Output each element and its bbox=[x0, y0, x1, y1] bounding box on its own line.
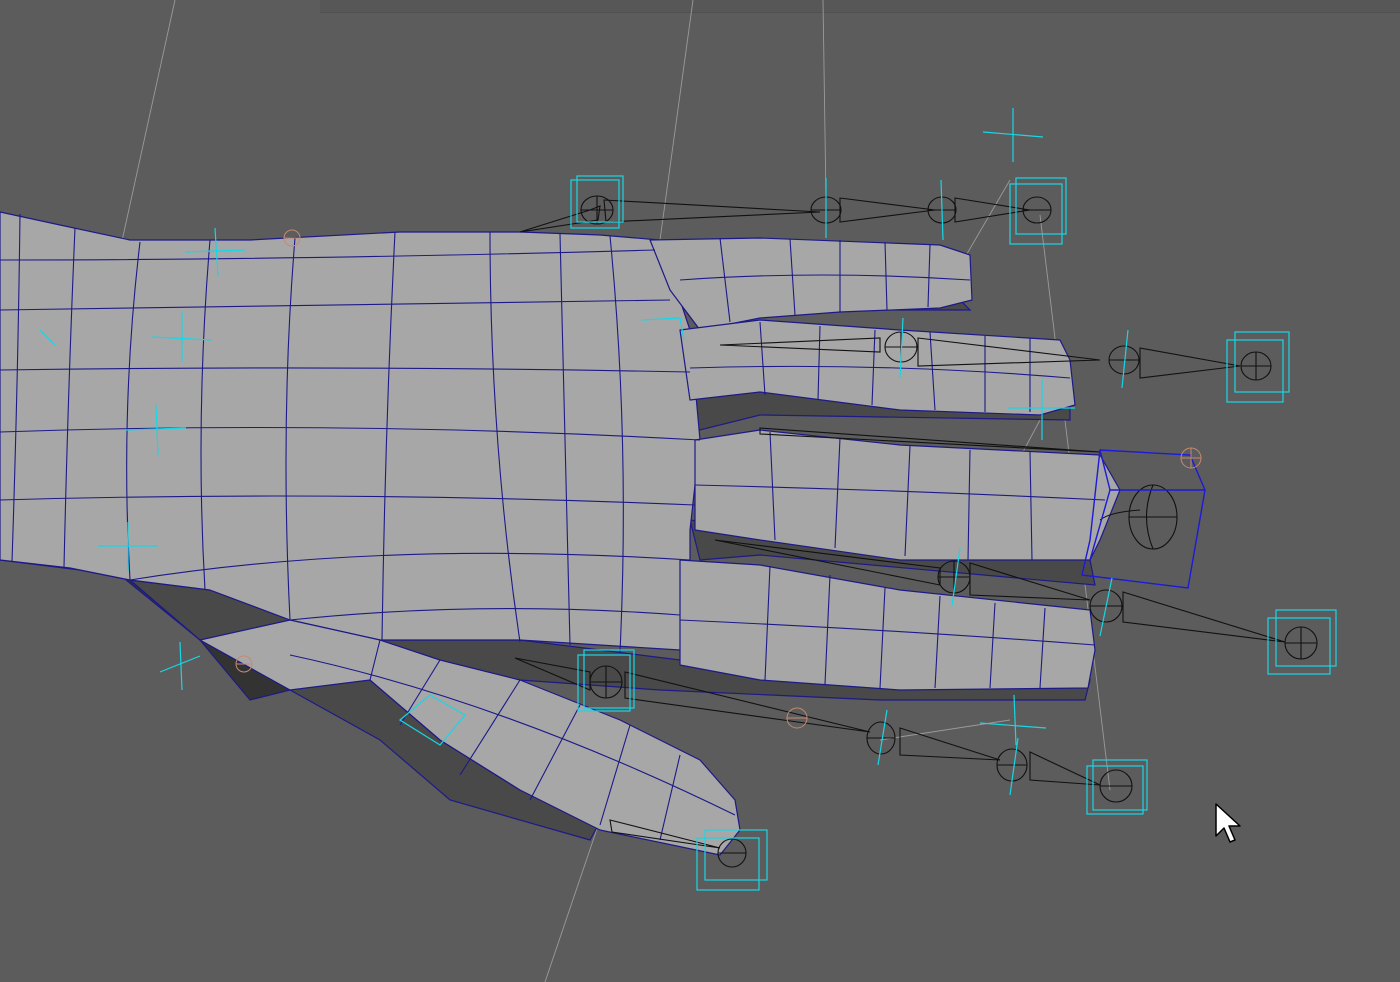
joint-chain-index[interactable] bbox=[519, 195, 1052, 233]
ctrl-box-index-tip bbox=[1009, 177, 1067, 245]
locator-6 bbox=[159, 641, 201, 691]
ctrl-box-middle-tip bbox=[1226, 331, 1290, 403]
locator-16 bbox=[1009, 737, 1019, 796]
ctrl-box-pinky-tip bbox=[1267, 609, 1337, 675]
3d-viewport[interactable] bbox=[0, 0, 1400, 982]
pivot-2 bbox=[1180, 447, 1202, 469]
locator-14 bbox=[1099, 577, 1113, 637]
pivot-3 bbox=[786, 707, 808, 729]
arrow-cursor-icon bbox=[1215, 803, 1241, 843]
locator-8 bbox=[979, 694, 1047, 746]
viewport-canvas[interactable] bbox=[0, 0, 1400, 982]
locator-1 bbox=[982, 108, 1044, 162]
locator-12 bbox=[1121, 329, 1129, 389]
ctrl-box-thumb-tip bbox=[1086, 759, 1148, 815]
